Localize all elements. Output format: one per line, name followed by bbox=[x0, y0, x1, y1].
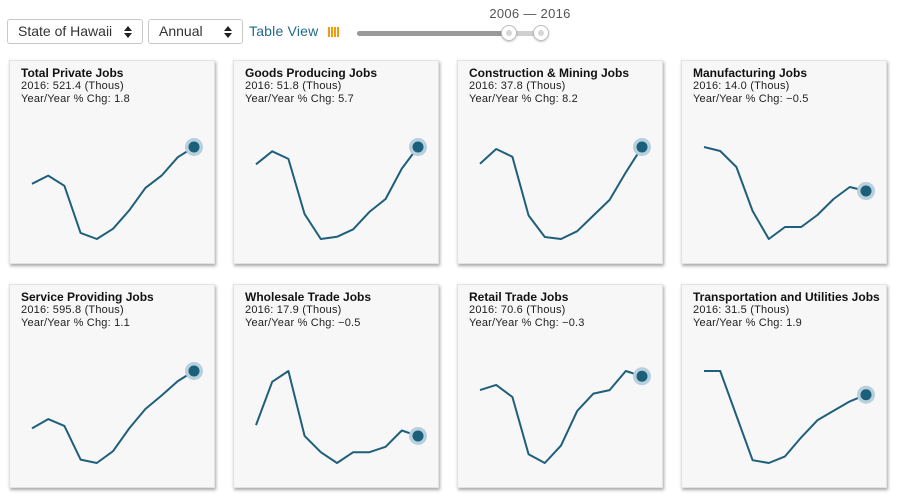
sparkline-chart bbox=[255, 138, 427, 240]
table-view-icon[interactable] bbox=[328, 27, 340, 37]
slider-fill bbox=[357, 31, 510, 36]
series-line bbox=[479, 146, 643, 240]
frequency-select-value: Annual bbox=[159, 23, 203, 39]
last-point[interactable] bbox=[412, 430, 424, 442]
date-range-label: 2006 — 2016 bbox=[489, 6, 571, 21]
select-arrows-icon bbox=[224, 26, 232, 38]
chart-panel[interactable]: Transportation and Utilities Jobs 2016: 3… bbox=[681, 284, 887, 488]
select-arrows-icon bbox=[124, 26, 132, 38]
date-range-slider[interactable] bbox=[357, 31, 549, 36]
slider-start-handle[interactable] bbox=[501, 25, 518, 41]
last-point[interactable] bbox=[860, 389, 872, 401]
last-point[interactable] bbox=[188, 141, 200, 153]
sparkline-chart bbox=[703, 146, 875, 240]
last-point[interactable] bbox=[636, 141, 648, 153]
series-line bbox=[703, 146, 867, 240]
chart-panel[interactable]: Retail Trade Jobs 2016: 70.6 (Thous) Year/… bbox=[457, 284, 663, 488]
chart-panel[interactable]: Total Private Jobs 2016: 521.4 (Thous) Yea… bbox=[9, 60, 215, 264]
toolbar: State of Hawaii Annual Table View 2006 —… bbox=[0, 0, 904, 56]
series-line bbox=[704, 370, 867, 464]
last-point[interactable] bbox=[412, 141, 424, 153]
series-line bbox=[255, 370, 419, 464]
chart-panel[interactable]: Goods Producing Jobs 2016: 51.8 (Thous) Ye… bbox=[233, 60, 439, 264]
region-select[interactable]: State of Hawaii bbox=[7, 19, 143, 44]
sparkline-chart bbox=[704, 370, 875, 464]
frequency-select[interactable]: Annual bbox=[148, 19, 243, 44]
series-line bbox=[31, 370, 195, 464]
series-line bbox=[479, 370, 643, 464]
slider-end-handle[interactable] bbox=[533, 25, 549, 41]
chart-panel[interactable]: Wholesale Trade Jobs 2016: 17.9 (Thous) Ye… bbox=[233, 284, 439, 488]
series-line bbox=[31, 146, 195, 240]
chart-panel[interactable]: Manufacturing Jobs 2016: 14.0 (Thous) Year… bbox=[681, 60, 887, 264]
sparkline-chart bbox=[479, 367, 651, 464]
sparkline-chart bbox=[31, 138, 203, 240]
region-select-value: State of Hawaii bbox=[18, 23, 113, 39]
last-point[interactable] bbox=[636, 370, 648, 382]
last-point[interactable] bbox=[188, 365, 200, 377]
last-point[interactable] bbox=[860, 185, 872, 197]
sparkline-chart bbox=[31, 362, 203, 464]
sparkline-chart bbox=[479, 138, 651, 240]
chart-panel[interactable]: Construction & Mining Jobs 2016: 37.8 (Th… bbox=[457, 60, 663, 264]
chart-panel[interactable]: Service Providing Jobs 2016: 595.8 (Thous… bbox=[9, 284, 215, 488]
sparkline-chart bbox=[255, 370, 427, 464]
series-line bbox=[255, 146, 419, 240]
table-view-link[interactable]: Table View bbox=[249, 23, 318, 39]
